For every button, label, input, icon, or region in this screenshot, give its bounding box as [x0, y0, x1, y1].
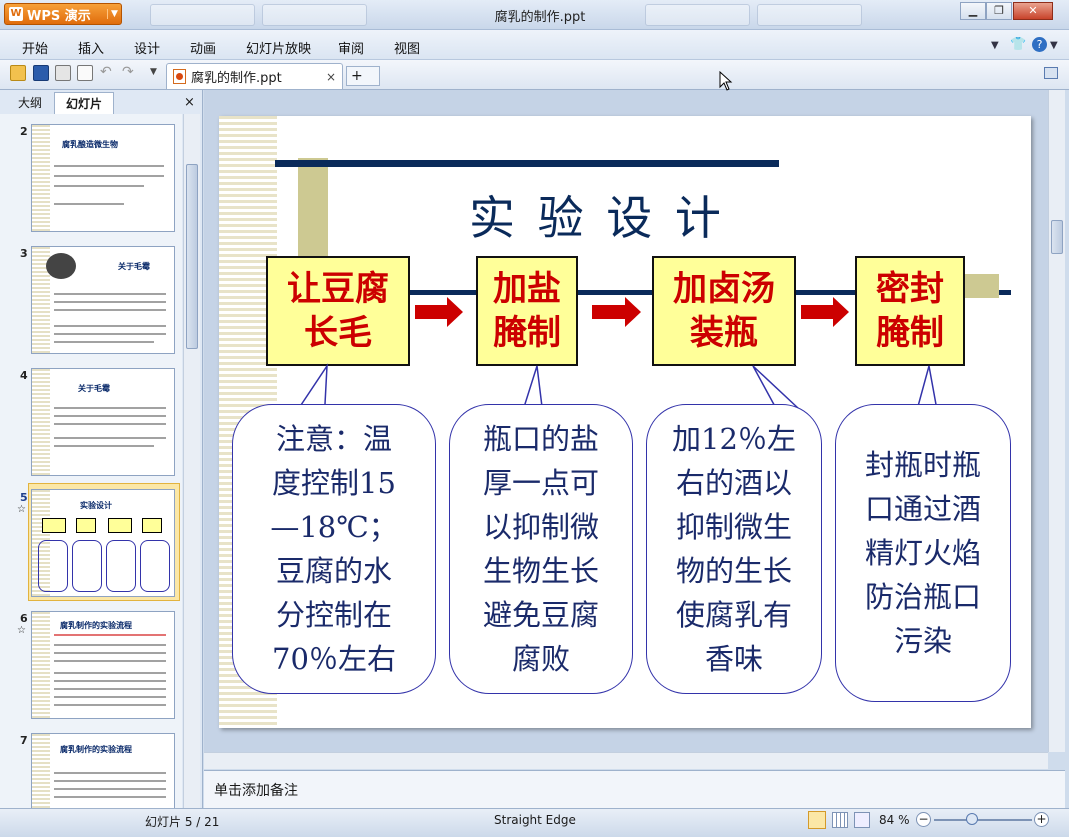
thumb-number: 6 — [20, 612, 28, 625]
chevron-down-icon[interactable]: ▼ — [1050, 40, 1058, 51]
slide-thumb-6[interactable]: 腐乳制作的实验流程 — [31, 611, 175, 719]
undo-icon[interactable]: ↶ — [100, 64, 112, 80]
horizontal-scrollbar[interactable] — [204, 752, 1048, 769]
taskbar-ghost-tab — [645, 4, 750, 26]
flow-arrow-2 — [592, 297, 641, 327]
zoom-level: 84 % — [879, 813, 910, 827]
menu-view[interactable]: 视图 — [394, 38, 420, 57]
minimize-button[interactable]: ▁ — [960, 2, 986, 20]
zoom-out-button[interactable]: − — [916, 812, 931, 827]
menu-design[interactable]: 设计 — [134, 38, 160, 57]
menu-insert[interactable]: 插入 — [78, 38, 104, 57]
close-panel-icon[interactable]: × — [184, 95, 195, 110]
slide-deco-bar — [298, 158, 328, 258]
thumb-number: 3 — [20, 247, 28, 260]
menu-slideshow[interactable]: 幻灯片放映 — [246, 38, 311, 57]
layout-toggle-icon[interactable] — [1044, 67, 1058, 79]
menu-review[interactable]: 审阅 — [338, 38, 364, 57]
new-tab-button[interactable]: + ▼ — [346, 66, 380, 100]
thumbnails-scrollbar[interactable] — [183, 114, 200, 808]
slide-counter: 幻灯片 5 / 21 — [145, 815, 220, 829]
thumb-number: 5 — [20, 491, 28, 504]
print-preview-icon[interactable] — [77, 65, 93, 81]
note-callout-3[interactable]: 加12％左 右的酒以 抑制微生 物的生长 使腐乳有 香味 — [646, 404, 822, 694]
tab-outline[interactable]: 大纲 — [8, 92, 52, 114]
thumb-title: 腐乳酿造微生物 — [62, 140, 118, 149]
help-icon[interactable]: ? — [1032, 37, 1047, 52]
close-window-button[interactable]: ✕ — [1013, 2, 1053, 20]
redo-icon[interactable]: ↷ — [122, 64, 134, 80]
slide-thumb-5[interactable]: 实验设计 — [31, 489, 175, 597]
menu-animation[interactable]: 动画 — [190, 38, 216, 57]
sorter-view-icon[interactable] — [832, 812, 848, 828]
microscope-image — [46, 253, 76, 279]
tab-slides[interactable]: 幻灯片 — [54, 92, 114, 114]
menu-home[interactable]: 开始 — [22, 38, 48, 57]
step-box-1[interactable]: 让豆腐 长毛 — [266, 256, 410, 366]
slide-thumb-3[interactable]: 关于毛霉 — [31, 246, 175, 354]
thumb-title: 关于毛霉 — [78, 384, 110, 393]
slide-thumb-2[interactable]: 腐乳酿造微生物 — [31, 124, 175, 232]
note-callout-4[interactable]: 封瓶时瓶 口通过酒 精灯火焰 防治瓶口 污染 — [835, 404, 1011, 702]
step-box-4[interactable]: 密封 腌制 — [855, 256, 965, 366]
taskbar-ghost-tab — [757, 4, 862, 26]
slide-top-rule — [275, 160, 779, 167]
slide-thumb-4[interactable]: 关于毛霉 — [31, 368, 175, 476]
wps-brand-label: WPS 演示 — [27, 8, 91, 24]
zoom-in-button[interactable]: + — [1034, 812, 1049, 827]
thumb-number: 2 — [20, 125, 28, 138]
wps-logo-icon: W — [9, 7, 23, 21]
current-slide[interactable]: 实 验 设 计 让豆腐 长毛 加盐 腌制 加卤汤 装瓶 密封 腌制 注意：温 度… — [219, 116, 1031, 728]
flow-arrow-1 — [415, 297, 463, 327]
quick-toolbar — [0, 60, 1069, 90]
vertical-scrollbar[interactable] — [1048, 90, 1065, 752]
zoom-slider-thumb[interactable] — [966, 813, 978, 825]
zoom-slider-track[interactable] — [934, 819, 1032, 821]
slideshow-view-icon[interactable] — [854, 812, 870, 828]
thumb-title: 实验设计 — [80, 501, 112, 510]
note-callout-2[interactable]: 瓶口的盐 厚一点可 以抑制微 生物生长 避免豆腐 腐败 — [449, 404, 633, 694]
ppt-file-icon — [173, 69, 186, 84]
flow-arrow-3 — [801, 297, 849, 327]
thumb-title: 关于毛霉 — [118, 262, 150, 271]
wps-menu-button[interactable]: W WPS 演示 ▼ — [4, 3, 122, 25]
star-icon: ☆ — [17, 625, 26, 636]
mouse-cursor-icon — [719, 71, 733, 91]
chevron-down-icon: ▼ — [107, 9, 121, 19]
close-tab-icon[interactable]: × — [326, 70, 336, 84]
thumb-number: 7 — [20, 734, 28, 747]
chevron-down-icon[interactable]: ▼ — [150, 67, 157, 77]
taskbar-ghost-tab — [150, 4, 255, 26]
normal-view-icon[interactable] — [808, 811, 826, 829]
star-icon: ☆ — [17, 504, 26, 515]
slide-deco-bar — [965, 274, 999, 298]
print-icon[interactable] — [55, 65, 71, 81]
menu-bar — [0, 30, 1069, 60]
open-folder-icon[interactable] — [10, 65, 26, 81]
note-callout-1[interactable]: 注意：温 度控制15 —18℃； 豆腐的水 分控制在 70％左右 — [232, 404, 436, 694]
taskbar-ghost-tab — [262, 4, 367, 26]
chevron-down-icon[interactable]: ▼ — [991, 40, 999, 51]
step-box-3[interactable]: 加卤汤 装瓶 — [652, 256, 796, 366]
slide-title[interactable]: 实 验 设 计 — [469, 182, 725, 248]
maximize-button[interactable]: ❐ — [986, 2, 1012, 20]
plus-icon: + — [351, 68, 363, 84]
document-tab-label: 腐乳的制作.ppt — [191, 71, 282, 86]
window-title: 腐乳的制作.ppt — [494, 10, 586, 25]
scroll-thumb[interactable] — [1051, 220, 1063, 254]
document-tab[interactable]: 腐乳的制作.ppt × — [166, 63, 343, 89]
thumb-number: 4 — [20, 369, 28, 382]
scroll-thumb[interactable] — [186, 164, 198, 349]
skin-icon[interactable]: 👕 — [1010, 37, 1026, 52]
thumb-title: 腐乳制作的实验流程 — [60, 745, 132, 754]
speaker-notes[interactable]: 单击添加备注 — [204, 770, 1065, 808]
save-icon[interactable] — [33, 65, 49, 81]
step-box-2[interactable]: 加盐 腌制 — [476, 256, 578, 366]
theme-name: Straight Edge — [494, 813, 576, 827]
thumb-title: 腐乳制作的实验流程 — [60, 621, 132, 630]
